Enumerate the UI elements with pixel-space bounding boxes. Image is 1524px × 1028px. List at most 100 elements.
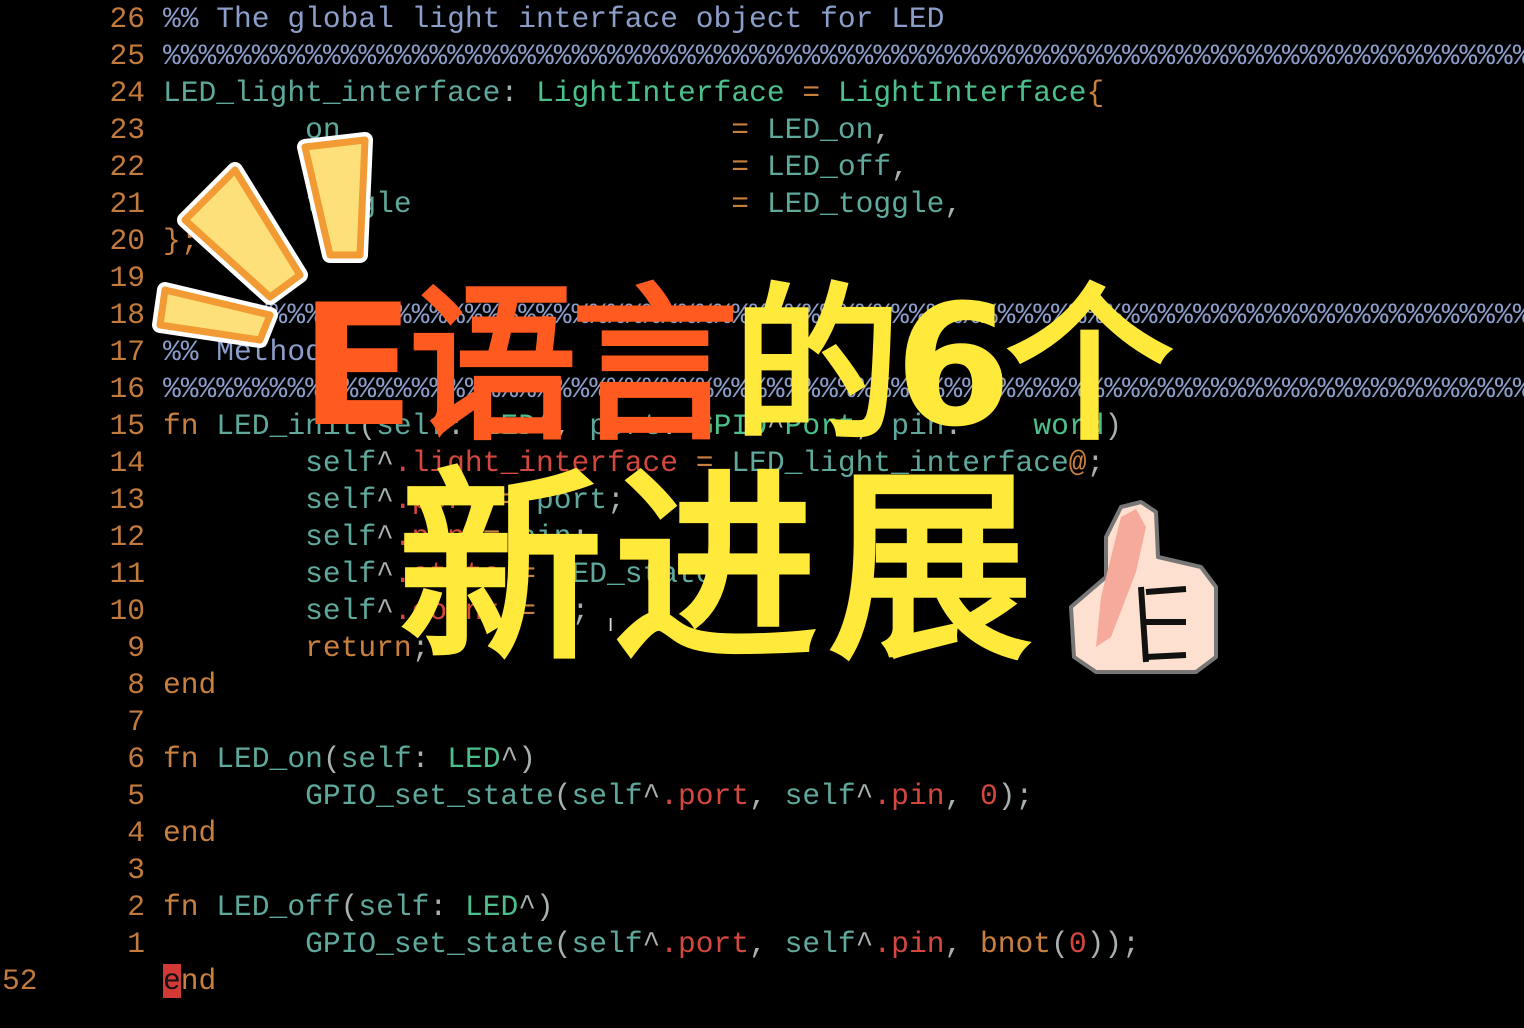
code-token: ^ (855, 927, 874, 961)
line-number: 1 (127, 927, 145, 961)
code-token: , (873, 113, 892, 147)
code-token: .port (660, 779, 750, 813)
code-token: ( (553, 927, 572, 961)
line-code: LED_light_interface: LightInterface = Li… (163, 75, 1104, 112)
code-token: = (784, 76, 838, 110)
code-token: ^ (376, 557, 394, 591)
code-token: , (749, 927, 785, 961)
title-orange: E语言 (300, 268, 739, 464)
line-number: 3 (127, 853, 145, 887)
code-token: .port (660, 927, 750, 961)
code-token: LED (464, 890, 519, 924)
code-token: GPIO_set_state (163, 927, 554, 961)
code-token: bnot (980, 927, 1052, 961)
title-yellow: 的6个 (732, 268, 1174, 464)
line-number: 17 (109, 335, 145, 369)
line-number: 23 (109, 113, 145, 147)
line-number: 22 (109, 150, 145, 184)
code-token: , (944, 779, 980, 813)
line-number: 6 (127, 742, 145, 776)
code-token: LED_on (766, 113, 874, 147)
code-line[interactable]: 24 LED_light_interface: LightInterface = … (0, 75, 1524, 112)
text-cursor-icon: I (608, 615, 614, 636)
line-number: 8 (127, 668, 145, 702)
line-number: 4 (127, 816, 145, 850)
code-line[interactable]: 7 (0, 704, 1524, 741)
line-code: end (163, 963, 216, 1000)
code-token: = (411, 187, 767, 221)
code-token: self (571, 779, 643, 813)
code-line[interactable]: 6 fn LED_on(self: LED^) (0, 741, 1524, 778)
code-token: self (571, 927, 643, 961)
code-token: .pin (873, 779, 945, 813)
line-number: 7 (127, 705, 145, 739)
line-number: 9 (127, 631, 145, 665)
line-number: 11 (109, 557, 145, 591)
code-line[interactable]: 4 end (0, 815, 1524, 852)
code-token: ^) (500, 742, 536, 776)
line-code: %% The global light interface object for… (163, 1, 944, 38)
line-code: fn LED_off(self: LED^) (163, 889, 554, 926)
code-token: LED_off (216, 890, 341, 924)
line-code: GPIO_set_state(self^.port, self^.pin, 0)… (163, 778, 1033, 815)
title-line-1: E语言的6个 (300, 282, 1174, 450)
code-token: LED_light_interface (163, 76, 501, 110)
line-number: 25 (109, 39, 145, 73)
line-number: 16 (109, 372, 145, 406)
line-number: 26 (109, 2, 145, 36)
code-token: , (891, 150, 909, 184)
line-number: 5 (127, 779, 145, 813)
code-token: self (163, 520, 377, 554)
code-token: self (784, 927, 856, 961)
current-line[interactable]: 52 end (0, 963, 1524, 1000)
title-line-2: 新进展 (398, 451, 1043, 689)
code-token: ^ (855, 779, 874, 813)
line-number: 19 (109, 261, 145, 295)
code-token: return (163, 631, 412, 665)
line-number: 20 (109, 224, 145, 258)
code-token: ( (340, 890, 359, 924)
code-line[interactable]: 3 (0, 852, 1524, 889)
code-token: self (163, 594, 377, 628)
code-token: ^) (518, 890, 554, 924)
line-code: fn LED_on(self: LED^) (163, 741, 536, 778)
line-number: 13 (109, 483, 145, 517)
code-token: , (944, 927, 980, 961)
code-token: = (358, 150, 767, 184)
line-number: 18 (109, 298, 145, 332)
line-number: 14 (109, 446, 145, 480)
text-cursor: e (163, 964, 181, 998)
line-number: 12 (109, 520, 145, 554)
code-token: : (500, 76, 536, 110)
code-line[interactable]: 25%%%%%%%%%%%%%%%%%%%%%%%%%%%%%%%%%%%%%%… (0, 38, 1524, 75)
code-token: ( (553, 779, 572, 813)
line-number: 24 (109, 76, 145, 110)
code-token: { (1086, 76, 1105, 110)
code-token: ( (322, 742, 341, 776)
line-number: 15 (109, 409, 145, 443)
code-token: ^ (642, 927, 661, 961)
code-token: LED_off (766, 150, 892, 184)
code-line[interactable]: 26 %% The global light interface object f… (0, 1, 1524, 38)
line-number: 10 (109, 594, 145, 628)
code-token: )); (1086, 927, 1140, 961)
code-line[interactable]: 5 GPIO_set_state(self^.port, self^.pin, … (0, 778, 1524, 815)
code-token: self (163, 483, 377, 517)
code-token: end (163, 668, 217, 702)
code-line[interactable]: 1 GPIO_set_state(self^.port, self^.pin, … (0, 926, 1524, 963)
code-line[interactable]: 2 fn LED_off(self: LED^) (0, 889, 1524, 926)
code-token: ^ (376, 594, 394, 628)
code-token: , (749, 779, 785, 813)
code-token: nd (180, 964, 217, 998)
line-number: 52 (2, 964, 38, 998)
thumbs-up-icon (1066, 497, 1226, 682)
code-token: : (411, 742, 448, 776)
code-token: %%%%%%%%%%%%%%%%%%%%%%%%%%%%%%%%%%%%%%%%… (163, 39, 1524, 73)
code-token: 0 (1068, 927, 1087, 961)
line-code: end (163, 667, 216, 704)
code-token: self (784, 779, 856, 813)
code-token: fn (163, 890, 217, 924)
code-token: end (163, 816, 217, 850)
code-token: ^ (642, 779, 661, 813)
code-token: self (340, 742, 412, 776)
